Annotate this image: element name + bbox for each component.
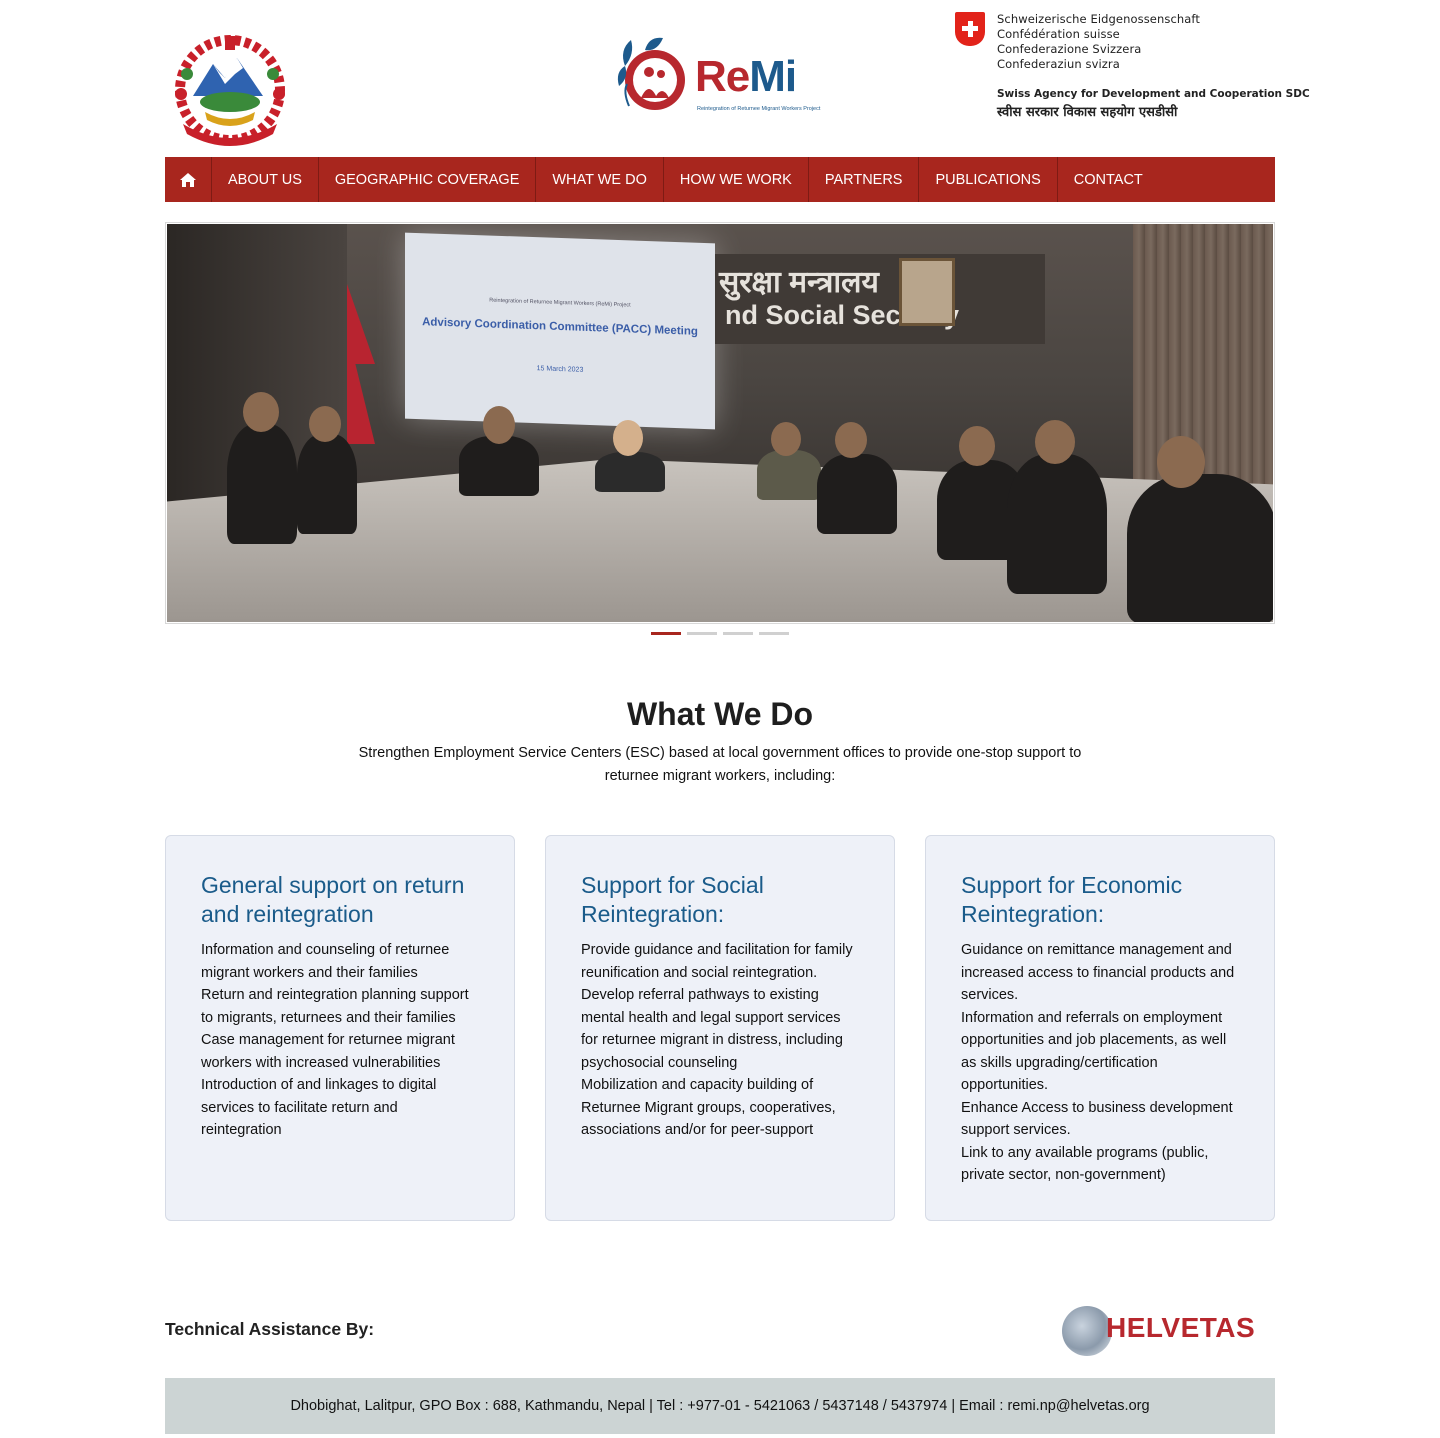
helvetas-logo[interactable]: HELVETAS [1060, 1302, 1260, 1360]
list-item: Provide guidance and facilitation for fa… [581, 942, 853, 981]
nav-about-us[interactable]: ABOUT US [212, 157, 319, 202]
sdc-logo[interactable]: Schweizerische Eidgenossenschaft Confédé… [953, 10, 1310, 120]
technical-assistance-label: Technical Assistance By: [165, 1319, 375, 1339]
nav-publications[interactable]: PUBLICATIONS [919, 157, 1058, 202]
list-item: Return and reintegration planning suppor… [201, 987, 469, 1026]
nav-contact[interactable]: CONTACT [1058, 157, 1159, 202]
list-item: Information and referrals on employment … [961, 1009, 1227, 1094]
list-item: Guidance on remittance management and in… [961, 942, 1235, 1003]
sdc-agency-name: Swiss Agency for Development and Coopera… [997, 88, 1310, 100]
nav-how-we-work[interactable]: HOW WE WORK [664, 157, 809, 202]
card-general-support: General support on return and reintegrat… [165, 835, 515, 1221]
main-nav: ABOUT US GEOGRAPHIC COVERAGE WHAT WE DO … [165, 157, 1275, 202]
projector-screen: Reintegration of Returnee Migrant Worker… [405, 232, 715, 430]
slider-dot-4[interactable] [759, 632, 789, 635]
home-icon [180, 172, 196, 187]
what-we-do-intro: Strengthen Employment Service Centers (E… [358, 745, 1082, 784]
nepal-government-emblem[interactable] [165, 34, 295, 146]
card-title: General support on return and reintegrat… [201, 872, 465, 927]
hero-slider[interactable]: Reintegration of Returnee Migrant Worker… [165, 222, 1275, 624]
card-list: Provide guidance and facilitation for fa… [581, 939, 859, 1142]
card-social-reintegration: Support for Social Reintegration: Provid… [545, 835, 895, 1221]
card-list: Information and counseling of returnee m… [201, 939, 479, 1142]
card-title: Support for Economic Reintegration: [961, 872, 1183, 927]
list-item: Enhance Access to business development s… [961, 1099, 1233, 1139]
what-we-do-heading: What We Do [626, 696, 814, 732]
swiss-flag-icon [955, 12, 985, 46]
card-economic-reintegration: Support for Economic Reintegration: Guid… [925, 835, 1275, 1221]
list-item: Develop referral pathways to existing me… [581, 987, 843, 1071]
slider-pagination [651, 632, 789, 635]
slider-dot-2[interactable] [687, 632, 717, 635]
card-title: Support for Social Reintegration: [581, 872, 764, 927]
card-list: Guidance on remittance management and in… [961, 939, 1239, 1187]
remi-subtitle: Reintegration of Returnee Migrant Worker… [697, 106, 821, 112]
site-header: ReMi Reintegration of Returnee Migrant W… [165, 0, 1310, 157]
list-item: Link to any available programs (public, … [961, 1144, 1209, 1184]
slide-meeting-photo: Reintegration of Returnee Migrant Worker… [167, 224, 1273, 622]
remi-wordmark: ReMi [695, 52, 797, 101]
nav-what-we-do[interactable]: WHAT WE DO [536, 157, 664, 202]
list-item: Introduction of and linkages to digital … [201, 1077, 437, 1138]
list-item: Information and counseling of returnee m… [201, 942, 450, 981]
globe-icon [1062, 1306, 1112, 1356]
list-item: Mobilization and capacity building of Re… [581, 1077, 836, 1138]
sdc-agency-nepali: स्वीस सरकार विकास सहयोग एसडीसी [997, 105, 1178, 120]
helvetas-wordmark: HELVETAS [1106, 1312, 1256, 1343]
footer-contact-bar: Dhobighat, Lalitpur, GPO Box : 688, Kath… [165, 1378, 1275, 1434]
remi-logo[interactable]: ReMi Reintegration of Returnee Migrant W… [615, 36, 825, 122]
nav-geographic-coverage[interactable]: GEOGRAPHIC COVERAGE [319, 157, 537, 202]
wall-portrait [899, 258, 955, 326]
sdc-languages: Schweizerische Eidgenossenschaft Confédé… [997, 12, 1200, 71]
list-item: Case management for returnee migrant wor… [201, 1032, 455, 1071]
ministry-wall-sign: सुरक्षा मन्त्रालय nd Social Security [715, 254, 1045, 344]
nav-home[interactable] [165, 157, 212, 202]
slider-dot-3[interactable] [723, 632, 753, 635]
nav-partners[interactable]: PARTNERS [809, 157, 920, 202]
slider-dot-1[interactable] [651, 632, 681, 635]
